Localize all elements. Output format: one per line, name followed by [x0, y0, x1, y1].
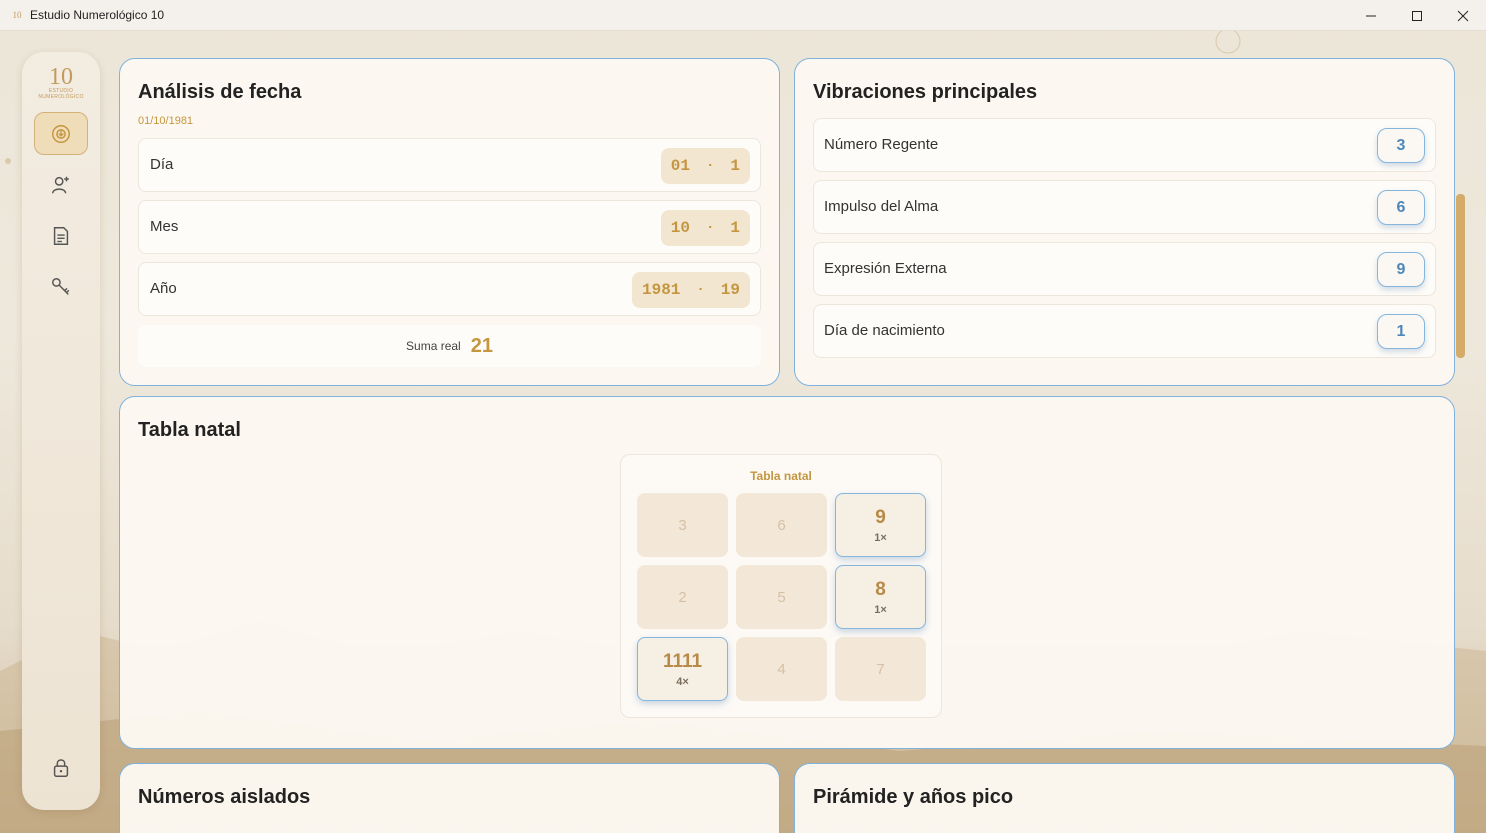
maximize-button[interactable]	[1394, 0, 1440, 31]
vibration-label: Expresión Externa	[824, 260, 947, 277]
nav-numerology[interactable]	[34, 112, 88, 155]
lock-button[interactable]	[34, 746, 88, 789]
title-bar: 10 Estudio Numerológico 10	[0, 0, 1486, 31]
key-icon	[52, 277, 70, 295]
date-analysis-title: Análisis de fecha	[138, 81, 302, 103]
cell-number: 5	[777, 588, 786, 606]
app-logo: 10 ESTUDIO NUMEROLÓGICO	[34, 64, 88, 106]
natal-cell-1[interactable]: 1111 4×	[637, 637, 728, 701]
cell-number: 9	[875, 506, 886, 528]
maximize-icon	[1412, 10, 1422, 21]
main-vibrations-card: Vibraciones principales Número Regente 3…	[794, 58, 1455, 386]
day-row: Día 01 · 1	[138, 138, 761, 192]
day-value-pill: 01 · 1	[660, 148, 750, 184]
natal-cell-2[interactable]: 2	[637, 565, 728, 629]
real-sum-row: Suma real 21	[138, 325, 761, 367]
year-value-pill: 1981 · 19	[631, 272, 750, 308]
cell-number: 1111	[662, 650, 703, 672]
separator-dot: ·	[705, 158, 715, 174]
month-value: 10	[670, 219, 690, 237]
month-row: Mes 10 · 1	[138, 200, 761, 254]
day-value: 01	[670, 157, 690, 175]
isolated-numbers-card: Números aislados	[119, 763, 780, 833]
document-icon	[53, 226, 69, 245]
vibration-value-badge[interactable]: 1	[1377, 314, 1425, 349]
natal-cell-9[interactable]: 9 1×	[835, 493, 926, 557]
real-sum-label: Suma real	[406, 339, 461, 353]
pyramid-card: Pirámide y años pico	[794, 763, 1455, 833]
app-icon: 10	[12, 9, 22, 20]
main-vibrations-title: Vibraciones principales	[813, 81, 1038, 103]
vibration-row: Número Regente 3	[813, 118, 1436, 172]
separator-dot: ·	[705, 220, 715, 236]
year-reduced: 19	[720, 281, 740, 299]
pyramid-title: Pirámide y años pico	[813, 786, 1014, 808]
minimize-icon	[1366, 15, 1376, 16]
vibration-label: Impulso del Alma	[824, 198, 939, 215]
logo-caption-bottom: NUMEROLÓGICO	[38, 94, 84, 100]
vibration-value-badge[interactable]: 6	[1377, 190, 1425, 225]
vibration-label: Día de nacimiento	[824, 322, 945, 339]
isolated-numbers-title: Números aislados	[138, 786, 311, 808]
day-reduced: 1	[730, 157, 740, 175]
natal-table-card: Tabla natal Tabla natal 3 6 9 1× 2 5 8 1…	[119, 396, 1455, 749]
close-icon	[1457, 10, 1469, 21]
vibration-row: Impulso del Alma 6	[813, 180, 1436, 234]
birth-date: 01/10/1981	[138, 115, 194, 127]
natal-cell-8[interactable]: 8 1×	[835, 565, 926, 629]
vibration-label: Número Regente	[824, 136, 939, 153]
sidebar: 10 ESTUDIO NUMEROLÓGICO	[22, 52, 100, 810]
year-row: Año 1981 · 19	[138, 262, 761, 316]
natal-cell-7[interactable]: 7	[835, 637, 926, 701]
lock-icon	[53, 758, 69, 777]
logo-number: 10	[49, 64, 73, 90]
person-add-icon	[52, 176, 69, 193]
vibration-row: Expresión Externa 9	[813, 242, 1436, 296]
separator-dot: ·	[696, 282, 705, 298]
cell-count: 1×	[874, 603, 887, 616]
natal-table-title: Tabla natal	[138, 419, 241, 441]
real-sum-value: 21	[470, 334, 493, 357]
month-label: Mes	[150, 218, 179, 235]
date-analysis-card: Análisis de fecha 01/10/1981 Día 01 · 1 …	[119, 58, 780, 386]
nav-profiles[interactable]	[34, 163, 88, 206]
natal-grid: Tabla natal 3 6 9 1× 2 5 8 1× 1111 4× 4	[620, 454, 942, 718]
vibration-value-badge[interactable]: 9	[1377, 252, 1425, 287]
cell-number: 4	[777, 660, 786, 678]
numerology-icon	[52, 124, 70, 143]
scrollbar-thumb[interactable]	[1456, 194, 1465, 358]
natal-grid-title: Tabla natal	[750, 469, 812, 483]
vibration-row: Día de nacimiento 1	[813, 304, 1436, 358]
window-title: Estudio Numerológico 10	[30, 8, 165, 22]
cell-number: 2	[678, 588, 687, 606]
cell-number: 6	[777, 516, 786, 534]
natal-cell-6[interactable]: 6	[736, 493, 827, 557]
year-label: Año	[150, 280, 177, 297]
window-controls	[1348, 0, 1486, 31]
day-label: Día	[150, 156, 174, 173]
cell-count: 4×	[676, 675, 689, 688]
natal-cell-5[interactable]: 5	[736, 565, 827, 629]
minimize-button[interactable]	[1348, 0, 1394, 31]
vibration-value-badge[interactable]: 3	[1377, 128, 1425, 163]
year-value: 1981	[641, 281, 681, 299]
natal-cell-3[interactable]: 3	[637, 493, 728, 557]
cell-number: 7	[876, 660, 885, 678]
natal-cell-4[interactable]: 4	[736, 637, 827, 701]
cell-number: 8	[875, 578, 886, 600]
close-button[interactable]	[1440, 0, 1486, 31]
cell-count: 1×	[874, 531, 887, 544]
month-reduced: 1	[730, 219, 740, 237]
nav-reports[interactable]	[34, 214, 88, 257]
month-value-pill: 10 · 1	[660, 210, 750, 246]
nav-license[interactable]	[34, 265, 88, 308]
cell-number: 3	[678, 516, 687, 534]
